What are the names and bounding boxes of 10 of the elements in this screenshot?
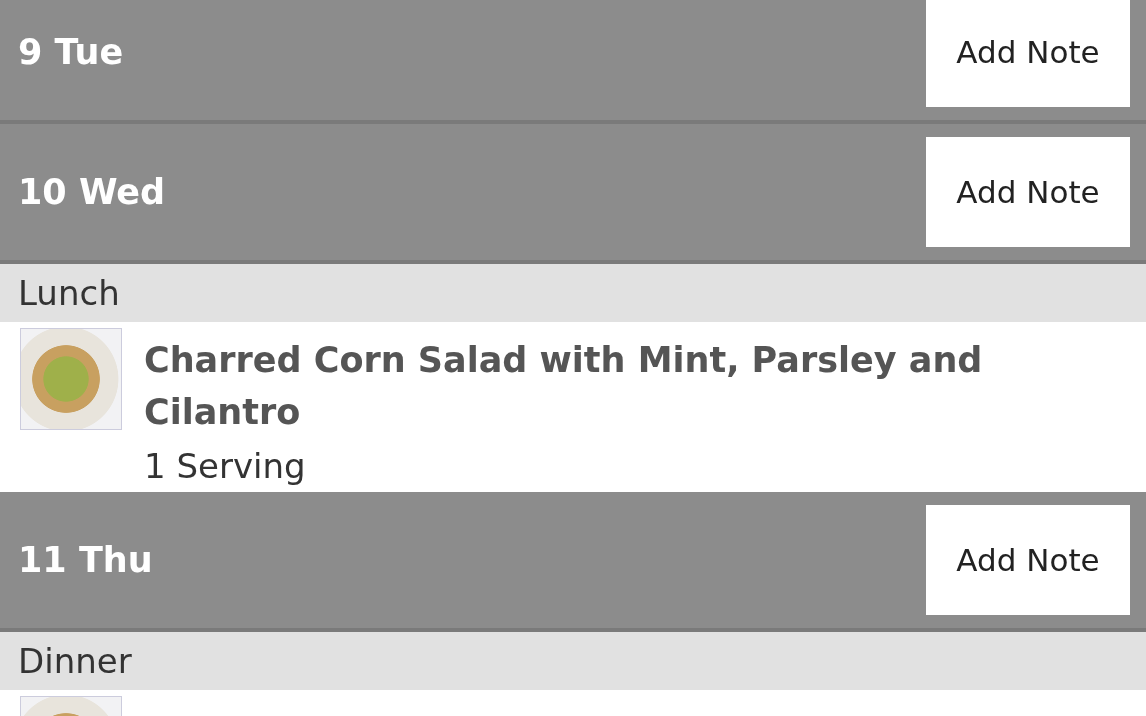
add-note-button[interactable]: Add Note bbox=[926, 505, 1130, 615]
add-note-button[interactable]: Add Note bbox=[926, 137, 1130, 247]
add-note-button[interactable]: Add Note bbox=[926, 0, 1130, 107]
meal-label: Lunch bbox=[0, 264, 1146, 322]
day-date: 11 Thu bbox=[18, 540, 153, 580]
day-date: 9 Tue bbox=[18, 32, 124, 72]
servings-text: 1 Serving bbox=[144, 446, 307, 486]
meal-label: Dinner bbox=[0, 632, 1146, 690]
day-date: 10 Wed bbox=[18, 172, 166, 212]
recipe-title[interactable]: Charred Corn Salad with Mint, Parsley and Cilantro bbox=[144, 334, 1044, 438]
